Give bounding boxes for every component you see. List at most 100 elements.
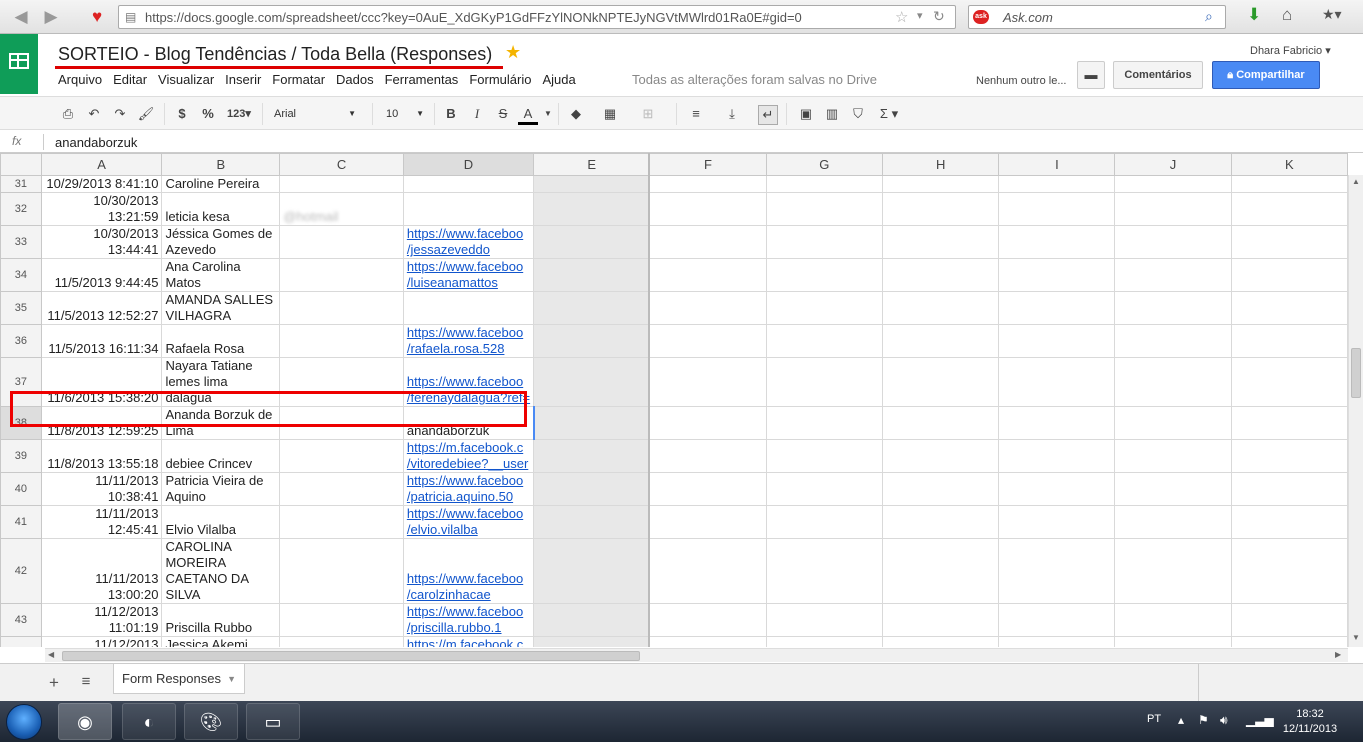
cell-empty[interactable]	[1114, 357, 1232, 407]
cell-timestamp[interactable]: 11/5/2013 9:44:45	[40, 258, 163, 292]
cell-e[interactable]	[533, 291, 651, 325]
cell-facebook[interactable]: https://www.faceboo/luiseanamattos	[402, 258, 535, 292]
cell-email[interactable]	[279, 472, 404, 506]
formula-input[interactable]: anandaborzuk	[55, 135, 137, 150]
cell-empty[interactable]	[998, 324, 1116, 358]
cell-email[interactable]	[279, 225, 404, 259]
cell-empty[interactable]	[882, 357, 1000, 407]
address-bar[interactable]: ▤ https://docs.google.com/spreadsheet/cc…	[118, 5, 956, 29]
menu-item[interactable]: Inserir	[225, 72, 261, 87]
heart-icon[interactable]: ♥	[86, 6, 108, 28]
document-title[interactable]: SORTEIO - Blog Tendências / Toda Bella (…	[58, 44, 492, 65]
cell-empty[interactable]	[882, 258, 1000, 292]
menu-item[interactable]: Formulário	[469, 72, 531, 87]
row-header[interactable]: 40	[0, 472, 42, 506]
row-header[interactable]: 36	[0, 324, 42, 358]
cell-timestamp[interactable]: 11/8/2013 13:55:18	[40, 439, 163, 473]
cell-facebook[interactable]: https://www.faceboo/priscilla.rubbo.1	[402, 603, 535, 637]
cell-empty[interactable]	[998, 636, 1116, 647]
cell-empty[interactable]	[649, 192, 767, 226]
row-header[interactable]: 44	[0, 636, 42, 647]
cell-empty[interactable]	[1230, 406, 1348, 440]
row-header[interactable]: 39	[0, 439, 42, 473]
menu-item[interactable]: Arquivo	[58, 72, 102, 87]
search-box[interactable]: ask Ask.com ⌕	[968, 5, 1226, 29]
scroll-down-icon[interactable]: ▼	[1352, 633, 1360, 642]
picture-viewer-icon[interactable]: ▭	[246, 703, 300, 740]
cell-name[interactable]: AMANDA SALLES VILHAGRA	[161, 291, 281, 325]
strikethrough-button[interactable]: S	[493, 105, 513, 123]
cell-empty[interactable]	[998, 291, 1116, 325]
cell-empty[interactable]	[649, 324, 767, 358]
menu-item[interactable]: Visualizar	[158, 72, 214, 87]
cell-email[interactable]: @hotmail	[279, 192, 404, 226]
cell-empty[interactable]	[1114, 175, 1232, 193]
scroll-right-icon[interactable]: ▶	[1335, 650, 1341, 659]
start-button[interactable]	[6, 704, 42, 740]
cell-empty[interactable]	[882, 291, 1000, 325]
cell-empty[interactable]	[765, 291, 884, 325]
cell-empty[interactable]	[1230, 505, 1348, 539]
cell-empty[interactable]	[765, 439, 884, 473]
app-icon[interactable]: ◐	[122, 703, 176, 740]
comment-icon[interactable]: ▣	[796, 105, 816, 123]
column-header-h[interactable]: H	[882, 153, 1000, 176]
dropdown-icon[interactable]: ▾	[917, 9, 923, 22]
cell-empty[interactable]	[649, 406, 767, 440]
cell-empty[interactable]	[765, 472, 884, 506]
cell-empty[interactable]	[765, 192, 884, 226]
wrap-text-icon[interactable]: ↵	[758, 105, 778, 125]
search-icon[interactable]: ⌕	[1205, 8, 1213, 25]
cell-empty[interactable]	[649, 472, 767, 506]
menu-item[interactable]: Formatar	[272, 72, 325, 87]
menu-item[interactable]: Ferramentas	[385, 72, 459, 87]
cell-name[interactable]: Jessica Akemi Nakagawa	[161, 636, 281, 647]
cell-empty[interactable]	[1230, 291, 1348, 325]
menu-item[interactable]: Editar	[113, 72, 147, 87]
reload-icon[interactable]: ↻	[933, 8, 945, 25]
cell-e[interactable]	[533, 603, 651, 637]
cell-facebook-text[interactable]: https://www.faceboo/elvio.vilalba	[407, 507, 523, 538]
undo-icon[interactable]: ↶	[84, 105, 104, 123]
cell-timestamp[interactable]: 11/5/2013 12:52:27	[40, 291, 163, 325]
column-header-g[interactable]: G	[765, 153, 884, 176]
row-header[interactable]: 32	[0, 192, 42, 226]
add-sheet-icon[interactable]: +	[44, 673, 64, 693]
cell-empty[interactable]	[1230, 439, 1348, 473]
cell-e[interactable]	[533, 406, 651, 440]
cell-facebook-text[interactable]: https://m.facebook.c/vitoredebiee?__user	[407, 441, 528, 472]
cell-e[interactable]	[533, 258, 651, 292]
volume-icon[interactable]: 🔊︎	[1220, 713, 1228, 728]
horizontal-scrollbar[interactable]: ◀ ▶	[45, 648, 1348, 662]
cell-empty[interactable]	[998, 505, 1116, 539]
chevron-down-icon[interactable]: ▼	[538, 105, 558, 123]
cell-empty[interactable]	[1230, 192, 1348, 226]
vertical-align-icon[interactable]: ⤓	[722, 105, 742, 123]
cell-empty[interactable]	[998, 357, 1116, 407]
row-header[interactable]: 35	[0, 291, 42, 325]
cell-name[interactable]: Ana Carolina Matos	[161, 258, 281, 292]
cell-timestamp[interactable]: 11/12/2013 11:21:20	[40, 636, 163, 647]
cell-email[interactable]: jessica_akemi13@h	[279, 636, 404, 647]
cell-facebook-text[interactable]: https://www.faceboo/priscilla.rubbo.1	[407, 605, 523, 636]
network-icon[interactable]: ▁▃▅	[1246, 713, 1274, 727]
cell-timestamp[interactable]: 10/29/2013 8:41:10	[40, 175, 163, 193]
sheet-tab[interactable]: Form Responses ▼	[113, 664, 245, 694]
star-icon[interactable]: ★	[505, 42, 521, 63]
cell-name[interactable]: leticia kesa	[161, 192, 281, 226]
sheets-logo[interactable]	[0, 34, 38, 94]
cell-empty[interactable]	[1114, 636, 1232, 647]
cell-facebook-text[interactable]: https://www.faceboo/luiseanamattos	[407, 260, 523, 291]
column-header-j[interactable]: J	[1114, 153, 1232, 176]
text-color-button[interactable]: A	[518, 105, 538, 125]
clock[interactable]: 18:32 12/11/2013	[1280, 707, 1340, 737]
home-icon[interactable]: ⌂	[1282, 5, 1292, 25]
cell-empty[interactable]	[765, 406, 884, 440]
cell-empty[interactable]	[765, 225, 884, 259]
cell-facebook-text[interactable]: https://www.faceboo/rafaela.rosa.528	[407, 326, 523, 357]
row-header[interactable]: 42	[0, 538, 42, 604]
cell-empty[interactable]	[998, 225, 1116, 259]
cell-empty[interactable]	[1114, 472, 1232, 506]
row-header[interactable]: 41	[0, 505, 42, 539]
cell-facebook-text[interactable]: https://www.faceboo/carolzinhacae	[407, 571, 523, 602]
